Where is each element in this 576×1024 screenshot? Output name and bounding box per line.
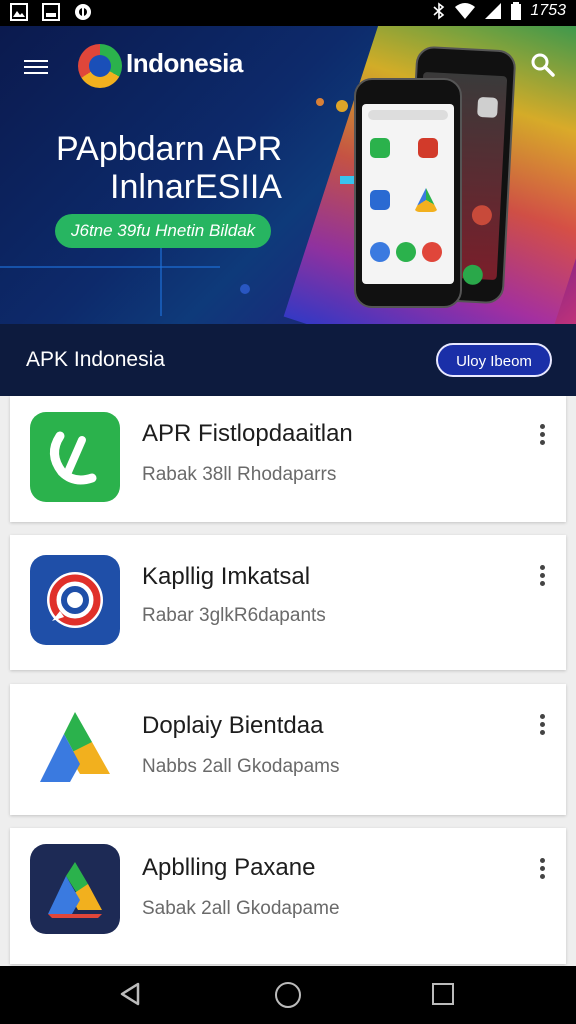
- battery-icon: [511, 2, 522, 20]
- circuit-line: [160, 236, 162, 316]
- app-icon-illustration: [370, 138, 390, 158]
- phone-screen: [362, 104, 454, 284]
- brand-name: Indonesia: [126, 48, 243, 78]
- app-subtitle: Sabak 2all Gkodapame: [142, 898, 340, 919]
- app-icon-illustration: [462, 264, 484, 286]
- list-item[interactable]: Apblling Paxane Sabak 2all Gkodapame: [10, 828, 566, 964]
- more-options-icon[interactable]: [540, 858, 546, 882]
- recent-apps-icon[interactable]: [432, 983, 454, 1005]
- hero-banner: Indonesia PApbdarn APR InlnarESIIA J6tne…: [0, 26, 576, 324]
- more-options-icon[interactable]: [540, 714, 546, 738]
- target-icon: [47, 572, 103, 628]
- list-item[interactable]: Kapllig Imkatsal Rabar 3glkR6dapants: [10, 535, 566, 670]
- drive-triangle-icon: [40, 712, 110, 782]
- brand-logo-icon: [78, 44, 122, 88]
- menu-button[interactable]: [24, 56, 48, 76]
- drive-triangle-icon: [48, 862, 102, 918]
- circuit-dot: [316, 98, 324, 106]
- list-item[interactable]: Doplaiy Bientdaa Nabbs 2all Gkodapams: [10, 684, 566, 815]
- phone-illustration-front: [354, 78, 462, 308]
- app-subtitle: Rabar 3glkR6dapants: [142, 605, 326, 626]
- wifi-icon: [455, 3, 476, 19]
- circuit-dot: [240, 284, 250, 294]
- hero-badge: J6tne 39fu Hnetin Bildak: [55, 214, 272, 248]
- circuit-line: [0, 266, 220, 268]
- app-icon-illustration: [414, 188, 438, 212]
- phone-search-bar: [368, 110, 448, 120]
- image-icon: [10, 3, 28, 21]
- status-bar: 1753: [0, 0, 576, 26]
- hamburger-icon-line: [24, 60, 48, 62]
- red-blue-target-app-icon: [30, 555, 120, 645]
- hero-title-line1: PApbdarn APR: [56, 130, 283, 168]
- app-icon-illustration: [477, 96, 499, 118]
- app-icon-illustration: [471, 204, 493, 226]
- green-phone-app-icon: [30, 412, 120, 502]
- status-left-icons: [10, 3, 92, 21]
- status-time: 1753: [530, 2, 566, 19]
- hamburger-icon-line: [24, 66, 48, 68]
- app-icon-illustration: [370, 190, 390, 210]
- hero-title: PApbdarn APR InlnarESIIA: [56, 130, 282, 206]
- notification-icon: [75, 4, 91, 20]
- bluetooth-icon: [433, 2, 445, 20]
- drive-triangle-dark-app-icon: [30, 844, 120, 934]
- hamburger-icon-line: [24, 72, 48, 74]
- circuit-dot: [336, 100, 348, 112]
- section-title: APK Indonesia: [26, 348, 165, 371]
- section-bar: APK Indonesia Uloy Ibeom: [0, 324, 576, 396]
- phone-handset-icon: [50, 431, 97, 485]
- app-icon-illustration: [418, 138, 438, 158]
- section-action-button[interactable]: Uloy Ibeom: [436, 343, 552, 377]
- search-icon[interactable]: [530, 52, 556, 78]
- app-name: Apblling Paxane: [142, 854, 316, 881]
- app-name: Kapllig Imkatsal: [142, 563, 311, 590]
- home-icon[interactable]: [275, 982, 301, 1008]
- hero-title-line2: InlnarESIIA: [110, 168, 282, 206]
- more-options-icon[interactable]: [540, 424, 546, 448]
- image-icon: [42, 3, 60, 21]
- drive-triangle-app-icon: [30, 704, 120, 794]
- back-icon[interactable]: [118, 982, 142, 1006]
- app-icon-illustration: [422, 242, 442, 262]
- more-options-icon[interactable]: [540, 565, 546, 589]
- app-icon-illustration: [370, 242, 390, 262]
- app-subtitle: Nabbs 2all Gkodapams: [142, 756, 340, 777]
- app-name: APR Fistlopdaaitlan: [142, 420, 353, 447]
- signal-icon: [485, 3, 502, 19]
- app-name: Doplaiy Bientdaa: [142, 712, 324, 739]
- navigation-bar: [0, 966, 576, 1024]
- list-item[interactable]: APR Fistlopdaaitlan Rabak 38ll Rhodaparr…: [10, 396, 566, 522]
- app-subtitle: Rabak 38ll Rhodaparrs: [142, 464, 337, 485]
- status-right: 1753: [432, 2, 566, 20]
- app-icon-illustration: [396, 242, 416, 262]
